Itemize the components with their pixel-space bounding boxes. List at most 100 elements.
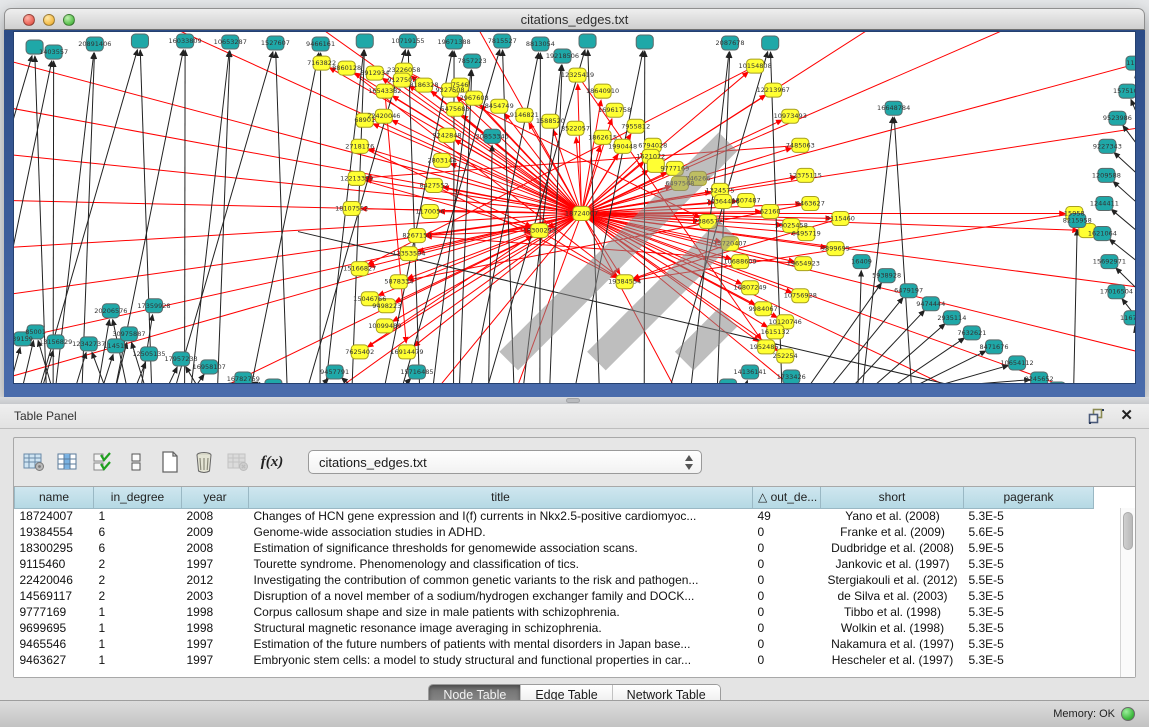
table-cell: 6 (94, 540, 182, 556)
memory-status-label: Memory: OK (1053, 708, 1115, 720)
table-cell: Embryonic stem cells: a model to study s… (249, 652, 753, 668)
create-column-icon[interactable] (158, 450, 182, 474)
table-cell: 9699695 (15, 620, 94, 636)
table-cell: 9463627 (15, 652, 94, 668)
table-cell: Changes of HCN gene expression and I(f) … (249, 508, 753, 524)
column-header-title[interactable]: title (249, 487, 753, 508)
table-cell: Disruption of a novel member of a sodium… (249, 588, 753, 604)
table-selector-dropdown[interactable]: citations_edges.txt (308, 450, 702, 474)
column-header-short[interactable]: short (821, 487, 964, 508)
table-cell: 1997 (182, 652, 249, 668)
table-cell: 1997 (182, 556, 249, 572)
table-row[interactable]: 1872400712008Changes of HCN gene express… (15, 508, 1094, 524)
status-bar: Memory: OK (0, 700, 1149, 727)
table-cell: Jankovic et al. (1997) (821, 556, 964, 572)
delete-table-icon[interactable] (226, 450, 250, 474)
split-divider-handle[interactable] (566, 398, 580, 403)
column-header-in_degree[interactable]: in_degree (94, 487, 182, 508)
table-cell: 5.3E-5 (964, 508, 1094, 524)
table-cell: 0 (753, 572, 821, 588)
table-cell: 2012 (182, 572, 249, 588)
table-row[interactable]: 1938455462009Genome-wide association stu… (15, 524, 1094, 540)
table-cell: 2003 (182, 588, 249, 604)
table-row[interactable]: 946554611997Estimation of the future num… (15, 636, 1094, 652)
network-window-title: citations_edges.txt (5, 12, 1144, 27)
table-cell: 18724007 (15, 508, 94, 524)
table-scrollbar[interactable] (1120, 508, 1135, 677)
column-header-out_de[interactable]: △ out_de... (753, 487, 821, 508)
table-row[interactable]: 969969511998Structural magnetic resonanc… (15, 620, 1094, 636)
table-cell: Stergiakouli et al. (2012) (821, 572, 964, 588)
column-header-year[interactable]: year (182, 487, 249, 508)
table-cell: 1997 (182, 636, 249, 652)
network-canvas[interactable]: 1872400771638228860128891293423226058912… (13, 31, 1136, 384)
network-window-titlebar[interactable]: citations_edges.txt (4, 8, 1145, 30)
table-cell: Dudbridge et al. (2008) (821, 540, 964, 556)
table-toolbar: f(x) citations_edges.txt (14, 443, 1135, 481)
table-cell: 5.6E-5 (964, 524, 1094, 540)
table-cell: Tibbo et al. (1998) (821, 604, 964, 620)
table-cell: 0 (753, 604, 821, 620)
table-cell: 9115460 (15, 556, 94, 572)
table-cell: Yano et al. (2008) (821, 508, 964, 524)
column-header-pagerank[interactable]: pagerank (964, 487, 1094, 508)
table-cell: 2008 (182, 508, 249, 524)
table-mode-icon[interactable] (22, 450, 46, 474)
table-cell: 5.3E-5 (964, 604, 1094, 620)
table-cell: 2 (94, 556, 182, 572)
table-cell: 0 (753, 620, 821, 636)
table-cell: 14569117 (15, 588, 94, 604)
table-cell: 2 (94, 572, 182, 588)
table-cell: 6 (94, 524, 182, 540)
table-row[interactable]: 911546021997Tourette syndrome. Phenomeno… (15, 556, 1094, 572)
table-cell: 2009 (182, 524, 249, 540)
table-cell: 1 (94, 652, 182, 668)
show-columns-icon[interactable] (56, 450, 80, 474)
edit-columns-icon[interactable] (90, 450, 114, 474)
table-row[interactable]: 977716911998Corpus callosum shape and si… (15, 604, 1094, 620)
table-cell: 5.9E-5 (964, 540, 1094, 556)
table-cell: Structural magnetic resonance image aver… (249, 620, 753, 636)
table-scrollbar-thumb[interactable] (1123, 512, 1133, 550)
table-cell: Nakamura et al. (1997) (821, 636, 964, 652)
table-cell: 5.3E-5 (964, 636, 1094, 652)
application-window: citations_edges.txt 18724007716382288601… (0, 0, 1149, 727)
table-panel-title: Table Panel (14, 409, 77, 423)
function-builder-icon[interactable]: f(x) (260, 450, 284, 474)
table-cell: 5.3E-5 (964, 652, 1094, 668)
attribute-table: namein_degreeyeartitle△ out_de...shortpa… (14, 486, 1135, 677)
table-cell: 0 (753, 652, 821, 668)
table-cell: Investigating the contribution of common… (249, 572, 753, 588)
network-view-window[interactable]: citations_edges.txt 18724007716382288601… (4, 8, 1145, 397)
table-cell: 49 (753, 508, 821, 524)
float-panel-icon[interactable] (1088, 408, 1105, 425)
memory-status-indicator[interactable] (1121, 707, 1135, 721)
close-panel-icon[interactable]: ✕ (1120, 406, 1133, 424)
table-cell: 1 (94, 636, 182, 652)
table-cell: 0 (753, 636, 821, 652)
table-row[interactable]: 1830029562008Estimation of significance … (15, 540, 1094, 556)
table-row[interactable]: 946362711997Embryonic stem cells: a mode… (15, 652, 1094, 668)
dropdown-stepper-icon (685, 455, 694, 471)
table-row[interactable]: 2242004622012Investigating the contribut… (15, 572, 1094, 588)
table-cell: 18300295 (15, 540, 94, 556)
table-cell: Estimation of the future numbers of pati… (249, 636, 753, 652)
row-options-icon[interactable] (124, 450, 148, 474)
table-cell: Genome-wide association studies in ADHD. (249, 524, 753, 540)
table-cell: Wolkin et al. (1998) (821, 620, 964, 636)
network-view-frame: 1872400771638228860128891293423226058912… (4, 30, 1145, 397)
delete-column-icon[interactable] (192, 450, 216, 474)
column-header-name[interactable]: name (15, 487, 94, 508)
table-cell: Hescheler et al. (1997) (821, 652, 964, 668)
table-row[interactable]: 1456911722003Disruption of a novel membe… (15, 588, 1094, 604)
table-cell: 5.3E-5 (964, 556, 1094, 572)
table-cell: 2008 (182, 540, 249, 556)
table-cell: 1 (94, 620, 182, 636)
table-cell: Franke et al. (2009) (821, 524, 964, 540)
table-cell: 22420046 (15, 572, 94, 588)
table-panel-body: f(x) citations_edges.txt namein_degreeye… (13, 437, 1136, 678)
table-cell: Corpus callosum shape and size in male p… (249, 604, 753, 620)
resize-grip-icon[interactable] (14, 32, 1135, 383)
table-cell: Estimation of significance thresholds fo… (249, 540, 753, 556)
split-divider[interactable] (0, 397, 1149, 404)
